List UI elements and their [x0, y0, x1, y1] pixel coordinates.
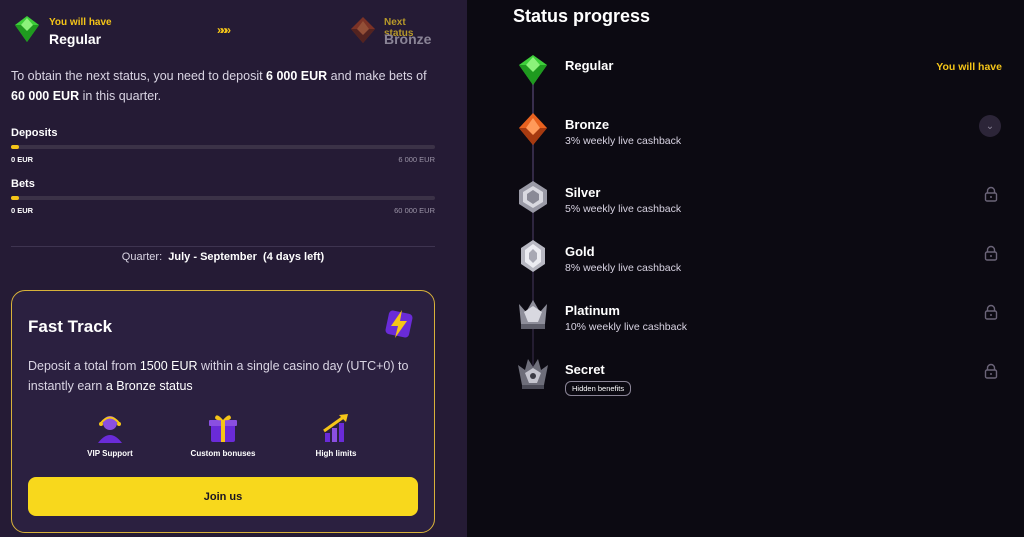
level-benefit: 5% weekly live cashback: [565, 203, 682, 215]
status-card-panel: You will have Regular »»» Next status Br…: [0, 0, 467, 537]
gift-icon: [206, 411, 240, 445]
level-name: Silver: [565, 185, 601, 200]
fast-track-description: Deposit a total from 1500 EUR within a s…: [28, 359, 409, 393]
next-status-name: Bronze: [384, 31, 432, 47]
orange-gem-icon: [516, 112, 550, 146]
next-status-requirements: To obtain the next status, you need to d…: [11, 69, 427, 103]
deposits-max: 6 000 EUR: [398, 155, 435, 164]
platinum-crown-icon: [516, 298, 550, 332]
lock-icon: [984, 363, 998, 379]
divider: [11, 246, 435, 247]
level-benefit: 10% weekly live cashback: [565, 321, 687, 333]
status-progress-title: Status progress: [513, 6, 651, 26]
level-bronze[interactable]: Bronze 3% weekly live cashback ⌄: [467, 112, 1024, 156]
level-name: Gold: [565, 244, 595, 259]
current-status-name: Regular: [49, 31, 102, 47]
deposits-progress-fill: [11, 145, 20, 149]
quarter-info: Quarter: July - September (4 days left): [121, 251, 325, 263]
feature-label: Custom bonuses: [190, 449, 256, 458]
bets-max: 60 000 EUR: [394, 206, 435, 215]
secret-crown-icon: [516, 357, 550, 391]
feature-custom-bonuses: Custom bonuses: [183, 411, 263, 458]
you-will-have-badge: You will have: [936, 61, 1002, 73]
deposits-progress-bar: [11, 145, 435, 149]
silver-gem-icon: [516, 180, 550, 214]
green-gem-icon: [516, 53, 550, 87]
hidden-benefits-badge: Hidden benefits: [565, 381, 632, 396]
lock-icon: [984, 304, 998, 320]
level-benefit: 8% weekly live cashback: [565, 262, 682, 274]
fast-track-card: Fast Track Deposit a total from 1500 EUR…: [11, 290, 435, 533]
green-gem-icon: [12, 14, 42, 44]
level-name: Secret: [565, 362, 605, 377]
feature-high-limits: High limits: [296, 411, 376, 458]
bets-min: 0 EUR: [11, 206, 34, 215]
lightning-icon: [382, 307, 416, 341]
feature-label: High limits: [315, 449, 357, 458]
bets-progress-fill: [11, 196, 20, 200]
level-name: Platinum: [565, 303, 620, 318]
level-secret: Secret Hidden benefits: [467, 357, 1024, 401]
level-benefit: 3% weekly live cashback: [565, 135, 682, 147]
vip-support-icon: [93, 411, 127, 445]
growth-chart-icon: [319, 411, 353, 445]
lock-icon: [984, 245, 998, 261]
deposits-min: 0 EUR: [11, 155, 34, 164]
level-regular: Regular You will have: [467, 53, 1024, 97]
deposits-label: Deposits: [11, 127, 58, 139]
bronze-gem-icon: [348, 15, 378, 45]
status-header: You will have Regular »»» Next status Br…: [12, 14, 436, 50]
next-arrows-icon: »»»: [217, 23, 231, 37]
level-silver: Silver 5% weekly live cashback: [467, 180, 1024, 224]
gold-gem-icon: [516, 239, 550, 273]
level-platinum: Platinum 10% weekly live cashback: [467, 298, 1024, 342]
join-us-button[interactable]: Join us: [28, 477, 418, 516]
current-status-caption: You will have: [49, 17, 112, 28]
level-gold: Gold 8% weekly live cashback: [467, 239, 1024, 283]
level-name: Regular: [565, 58, 614, 73]
lock-icon: [984, 186, 998, 202]
bets-label: Bets: [11, 178, 35, 190]
fast-track-title: Fast Track: [28, 317, 113, 336]
feature-label: VIP Support: [87, 449, 133, 458]
bets-progress-bar: [11, 196, 435, 200]
level-name: Bronze: [565, 117, 610, 132]
status-progress-panel: Status progress Regular You will have Br…: [467, 0, 1024, 537]
chevron-down-icon[interactable]: ⌄: [979, 115, 1001, 137]
feature-vip-support: VIP Support: [70, 411, 150, 458]
